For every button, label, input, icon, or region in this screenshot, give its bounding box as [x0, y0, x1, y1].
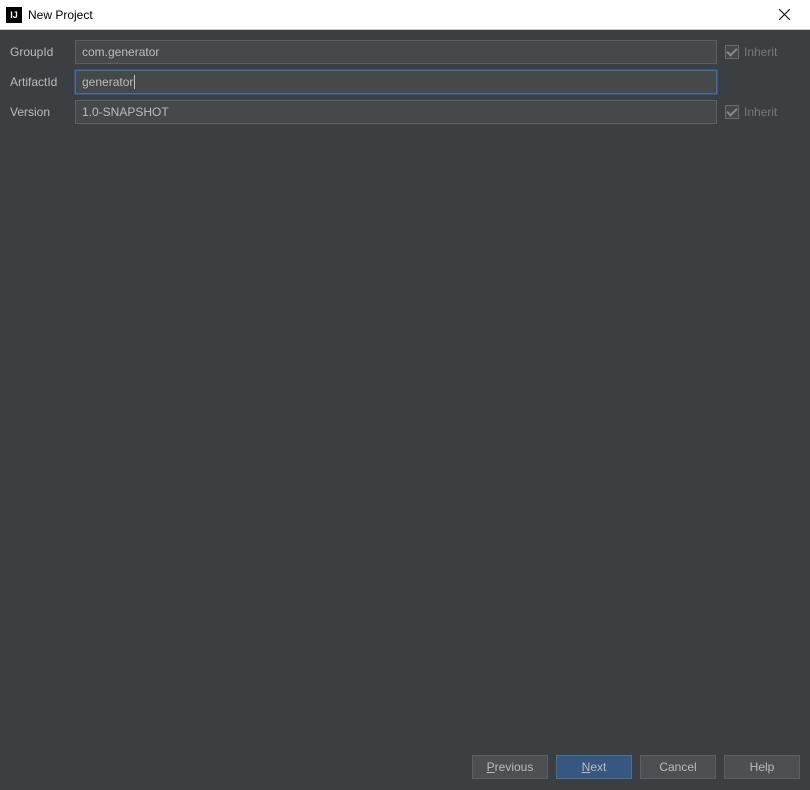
text-caret	[134, 75, 135, 89]
titlebar: IJ New Project	[0, 0, 810, 30]
app-icon: IJ	[6, 7, 22, 23]
groupid-inherit-label: Inherit	[744, 45, 777, 59]
next-button[interactable]: Next	[556, 755, 632, 779]
groupid-input[interactable]	[75, 40, 717, 64]
close-button[interactable]	[764, 0, 804, 30]
artifactid-value: generator	[82, 75, 133, 89]
window-title: New Project	[28, 8, 764, 22]
dialog-content: GroupId Inherit ArtifactId generator Ver…	[0, 30, 810, 744]
cancel-button[interactable]: Cancel	[640, 755, 716, 779]
artifactid-input[interactable]: generator	[75, 70, 717, 94]
previous-button[interactable]: Previous	[472, 755, 548, 779]
version-inherit-checkbox[interactable]	[725, 105, 739, 119]
version-input[interactable]	[75, 100, 717, 124]
dialog-footer: Previous Next Cancel Help	[0, 744, 810, 790]
groupid-row: GroupId Inherit	[10, 40, 800, 64]
artifactid-label: ArtifactId	[10, 75, 75, 89]
artifactid-row: ArtifactId generator	[10, 70, 800, 94]
version-label: Version	[10, 105, 75, 119]
close-icon	[779, 9, 790, 20]
version-row: Version Inherit	[10, 100, 800, 124]
previous-rest: revious	[495, 760, 534, 774]
groupid-inherit-checkbox[interactable]	[725, 45, 739, 59]
groupid-inherit[interactable]: Inherit	[725, 45, 800, 59]
groupid-label: GroupId	[10, 45, 75, 59]
version-inherit-label: Inherit	[744, 105, 777, 119]
next-rest: ext	[590, 760, 606, 774]
version-inherit[interactable]: Inherit	[725, 105, 800, 119]
help-button[interactable]: Help	[724, 755, 800, 779]
